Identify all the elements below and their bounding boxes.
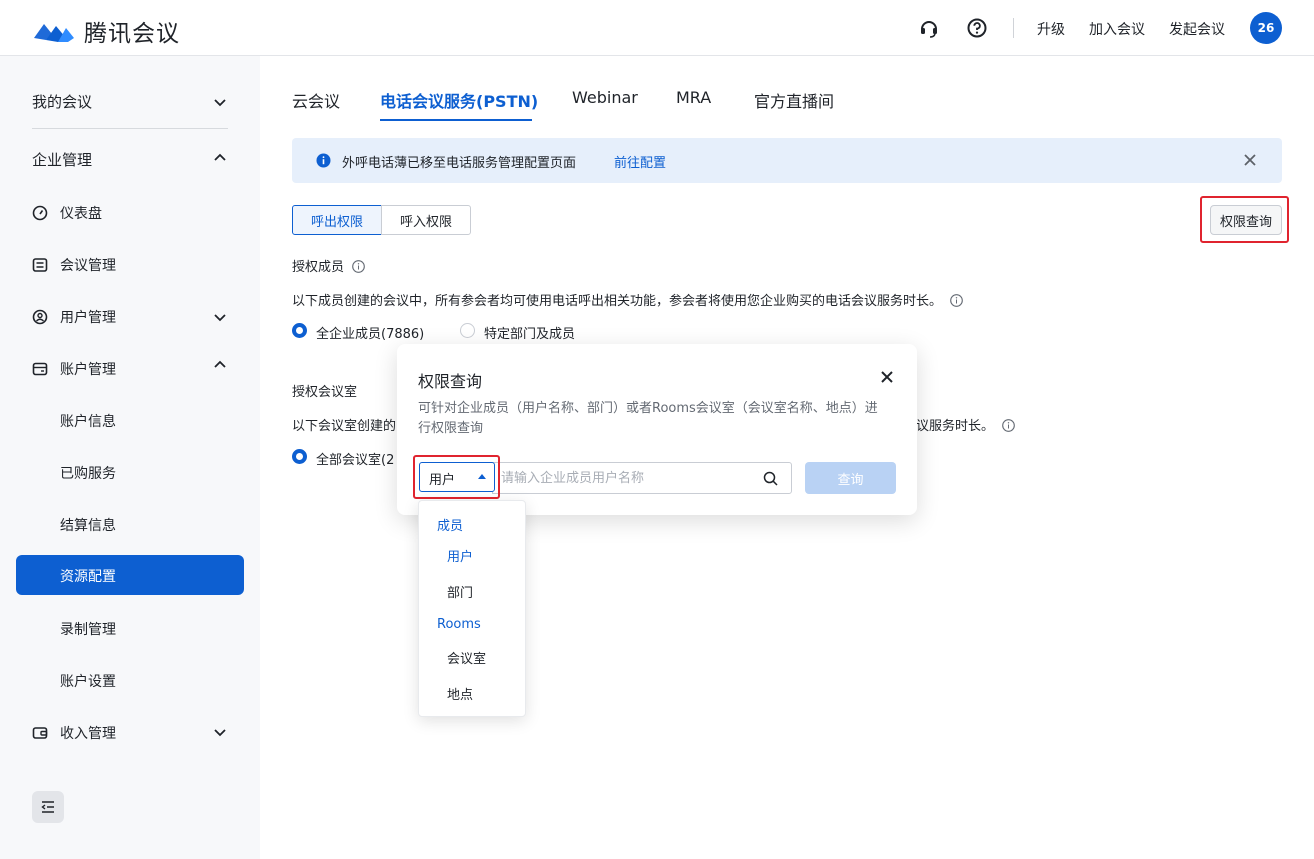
caret-up-icon bbox=[478, 474, 486, 479]
sidebar-item-account-info[interactable]: 账户信息 bbox=[60, 411, 116, 431]
dropdown-option-location[interactable]: 地点 bbox=[447, 684, 473, 703]
select-value: 用户 bbox=[429, 473, 456, 488]
top-header: 腾讯会议 升级 加入会议 发起会议 26 bbox=[0, 0, 1314, 56]
dropdown-group-rooms: Rooms bbox=[437, 617, 481, 632]
section-desc: 议服务时长。 bbox=[916, 419, 995, 434]
notice-message: 外呼电话薄已移至电话服务管理配置页面 bbox=[342, 156, 577, 171]
authorized-members-desc: 以下成员创建的会议中，所有参会者均可使用电话呼出相关功能，参会者将使用您企业购买… bbox=[292, 290, 964, 309]
sidebar-item-label: 企业管理 bbox=[32, 151, 93, 169]
authorized-members-title: 授权成员 bbox=[292, 256, 366, 275]
radio-all-members[interactable] bbox=[292, 323, 307, 338]
dashboard-icon bbox=[32, 205, 48, 221]
search-input[interactable] bbox=[501, 469, 753, 487]
sidebar-item-user-management[interactable]: 用户管理 bbox=[32, 307, 116, 327]
sidebar-item-resource-config[interactable]: 资源配置 bbox=[16, 555, 244, 595]
sidebar-item-label: 仪表盘 bbox=[60, 206, 102, 222]
tab-official-live[interactable]: 官方直播间 bbox=[754, 88, 834, 112]
radio-all-rooms[interactable] bbox=[292, 449, 307, 464]
tab-webinar[interactable]: Webinar bbox=[572, 88, 638, 107]
type-dropdown-menu: 成员 用户 部门 Rooms 会议室 地点 bbox=[418, 500, 526, 717]
info-icon bbox=[316, 153, 331, 168]
sidebar-item-label: 用户管理 bbox=[60, 310, 116, 326]
segment-outbound[interactable]: 呼出权限 bbox=[292, 205, 382, 235]
account-icon bbox=[32, 362, 48, 376]
search-icon[interactable] bbox=[763, 471, 778, 486]
avatar[interactable]: 26 bbox=[1250, 12, 1282, 44]
notice-banner: 外呼电话薄已移至电话服务管理配置页面 前往配置 bbox=[292, 138, 1282, 183]
sidebar-item-income-management[interactable]: 收入管理 bbox=[32, 723, 116, 743]
chevron-down-icon[interactable] bbox=[212, 724, 228, 740]
sidebar-item-account-management[interactable]: 账户管理 bbox=[32, 359, 116, 379]
dropdown-option-user[interactable]: 用户 bbox=[447, 546, 473, 565]
sidebar-item-label: 收入管理 bbox=[60, 726, 116, 742]
radio-specific-members[interactable] bbox=[460, 323, 475, 338]
info-outline-icon[interactable] bbox=[1002, 419, 1016, 432]
highlight-box: 权限查询 bbox=[1200, 196, 1289, 243]
section-title: 授权成员 bbox=[292, 260, 345, 275]
dialog-title: 权限查询 bbox=[418, 372, 483, 391]
sidebar-item-dashboard[interactable]: 仪表盘 bbox=[32, 203, 102, 223]
query-button[interactable]: 查询 bbox=[805, 462, 896, 494]
highlight-box: 用户 bbox=[413, 455, 500, 499]
join-meeting-link[interactable]: 加入会议 bbox=[1089, 19, 1145, 39]
tab-cloud-meeting[interactable]: 云会议 bbox=[292, 88, 340, 112]
close-icon[interactable] bbox=[1242, 152, 1258, 168]
brand-name: 腾讯会议 bbox=[84, 21, 180, 47]
sidebar-item-label: 账户管理 bbox=[60, 362, 116, 378]
tab-mra[interactable]: MRA bbox=[676, 88, 711, 107]
radio-label: 全部会议室(2 bbox=[316, 453, 395, 468]
tab-pstn[interactable]: 电话会议服务(PSTN) bbox=[380, 88, 538, 112]
chevron-up-icon[interactable] bbox=[212, 150, 228, 166]
sidebar-item-label: 会议管理 bbox=[60, 258, 116, 274]
sidebar-item-label: 资源配置 bbox=[60, 569, 116, 585]
search-field[interactable] bbox=[492, 462, 792, 494]
dialog-description: 可针对企业成员（用户名称、部门）或者Rooms会议室（会议室名称、地点）进行权限… bbox=[418, 401, 878, 436]
notice-configure-link[interactable]: 前往配置 bbox=[614, 152, 666, 171]
wallet-icon bbox=[32, 727, 48, 739]
authorized-rooms-desc-end: 议服务时长。 bbox=[916, 415, 1016, 434]
dropdown-option-room[interactable]: 会议室 bbox=[447, 648, 486, 667]
chevron-down-icon[interactable] bbox=[212, 309, 228, 325]
dropdown-group-members: 成员 bbox=[437, 519, 464, 534]
upgrade-link[interactable]: 升级 bbox=[1037, 19, 1065, 39]
header-divider bbox=[1013, 18, 1014, 38]
start-meeting-link[interactable]: 发起会议 bbox=[1169, 19, 1225, 39]
headset-icon[interactable] bbox=[918, 17, 940, 39]
segment-inbound[interactable]: 呼入权限 bbox=[381, 205, 471, 235]
sidebar-divider bbox=[32, 128, 228, 129]
chevron-down-icon[interactable] bbox=[212, 94, 228, 110]
sidebar-item-billing-info[interactable]: 结算信息 bbox=[60, 515, 116, 535]
permission-query-button[interactable]: 权限查询 bbox=[1210, 205, 1282, 235]
info-outline-icon[interactable] bbox=[950, 294, 964, 307]
radio-label: 特定部门及成员 bbox=[484, 327, 576, 342]
tencent-meeting-logo-icon bbox=[34, 24, 74, 42]
authorized-rooms-desc-start: 以下会议室创建的 bbox=[292, 419, 397, 434]
section-desc: 以下成员创建的会议中，所有参会者均可使用电话呼出相关功能，参会者将使用您企业购买… bbox=[292, 294, 943, 309]
authorized-rooms-title: 授权会议室 bbox=[292, 385, 358, 400]
collapse-menu-icon bbox=[41, 801, 54, 813]
help-icon[interactable] bbox=[966, 17, 988, 39]
sidebar-item-label: 我的会议 bbox=[32, 93, 93, 111]
radio-label: 全企业成员(7886) bbox=[316, 327, 425, 342]
close-icon[interactable] bbox=[879, 369, 895, 385]
permission-query-dialog: 权限查询 可针对企业成员（用户名称、部门）或者Rooms会议室（会议室名称、地点… bbox=[397, 344, 917, 515]
user-icon bbox=[32, 309, 48, 325]
sidebar-item-account-settings[interactable]: 账户设置 bbox=[60, 671, 116, 691]
active-tab-indicator bbox=[380, 119, 532, 121]
sidebar-item-recording-management[interactable]: 录制管理 bbox=[60, 619, 116, 639]
sidebar-item-my-meetings[interactable]: 我的会议 bbox=[32, 91, 92, 112]
sidebar-item-meeting-management[interactable]: 会议管理 bbox=[32, 255, 116, 275]
sidebar: 我的会议 企业管理 仪表盘 会议管理 用户管理 账户管理 账户信息 已购服务 结… bbox=[0, 56, 260, 859]
brand-logo[interactable]: 腾讯会议 bbox=[32, 14, 180, 48]
chevron-up-icon[interactable] bbox=[212, 357, 228, 373]
sidebar-item-enterprise[interactable]: 企业管理 bbox=[32, 149, 92, 170]
sidebar-item-purchased-services[interactable]: 已购服务 bbox=[60, 463, 116, 483]
info-outline-icon[interactable] bbox=[352, 260, 366, 273]
collapse-sidebar-button[interactable] bbox=[32, 791, 64, 823]
type-select[interactable]: 用户 bbox=[419, 462, 495, 492]
dropdown-option-department[interactable]: 部门 bbox=[447, 582, 473, 601]
list-icon bbox=[32, 258, 48, 272]
